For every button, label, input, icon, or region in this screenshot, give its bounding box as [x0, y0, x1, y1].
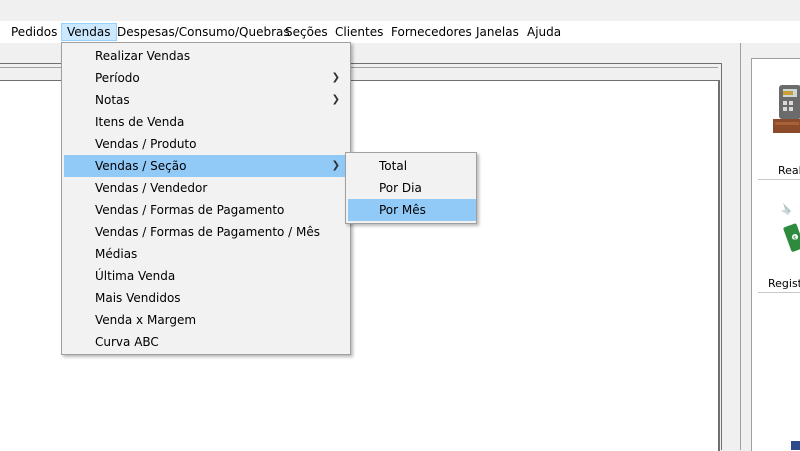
menu-secoes[interactable]: Seções	[280, 23, 333, 41]
menu-item-label: Médias	[95, 247, 138, 261]
menu-item-label: Itens de Venda	[95, 115, 185, 129]
menu-item-realizar-vendas[interactable]: Realizar Vendas	[64, 45, 350, 67]
menu-item-label: Vendas / Vendedor	[95, 181, 208, 195]
money-icon[interactable]: $	[779, 201, 800, 257]
menu-item-label: Última Venda	[95, 269, 176, 283]
menu-item-vendas-formas-pagamento-mes[interactable]: Vendas / Formas de Pagamento / Mês	[64, 221, 350, 243]
menu-clientes[interactable]: Clientes	[330, 23, 388, 41]
chevron-right-icon: ❯	[331, 72, 340, 83]
submenu-item-por-mes[interactable]: Por Mês	[348, 199, 476, 221]
menu-item-venda-x-margem[interactable]: Venda x Margem	[64, 309, 350, 331]
menu-item-label: Curva ABC	[95, 335, 159, 349]
menu-item-label: Período	[95, 71, 140, 85]
menu-bar: Pedidos Vendas Despesas/Consumo/Quebras …	[0, 21, 800, 43]
menu-item-label: Por Mês	[379, 203, 426, 217]
menu-item-vendas-secao[interactable]: Vendas / Seção ❯	[64, 155, 350, 177]
submenu-item-total[interactable]: Total	[348, 155, 476, 177]
tool-realizar-vendas-label[interactable]: Real	[778, 164, 800, 177]
tool-registrar-label[interactable]: Registr	[768, 277, 800, 290]
side-toolbar: Real $ Registr	[741, 43, 800, 451]
menu-pedidos[interactable]: Pedidos	[6, 23, 62, 41]
toolbar-separator	[758, 179, 800, 180]
menu-despesas[interactable]: Despesas/Consumo/Quebras	[112, 23, 295, 41]
vendas-secao-submenu: Total Por Dia Por Mês	[345, 152, 477, 224]
menu-item-medias[interactable]: Médias	[64, 243, 350, 265]
menu-item-label: Mais Vendidos	[95, 291, 181, 305]
menu-item-label: Vendas / Seção	[95, 159, 187, 173]
menu-item-vendas-formas-pagamento[interactable]: Vendas / Formas de Pagamento	[64, 199, 350, 221]
svg-text:$: $	[793, 235, 797, 242]
vendas-dropdown: Realizar Vendas Período ❯ Notas ❯ Itens de…	[61, 42, 351, 355]
toolbar-separator	[758, 292, 800, 293]
menu-item-curva-abc[interactable]: Curva ABC	[64, 331, 350, 353]
menu-item-mais-vendidos[interactable]: Mais Vendidos	[64, 287, 350, 309]
menu-item-vendas-produto[interactable]: Vendas / Produto	[64, 133, 350, 155]
menu-item-label: Vendas / Formas de Pagamento	[95, 203, 285, 217]
menu-item-ultima-venda[interactable]: Última Venda	[64, 265, 350, 287]
menu-item-label: Vendas / Produto	[95, 137, 197, 151]
submenu-item-por-dia[interactable]: Por Dia	[348, 177, 476, 199]
tool-icon-partial[interactable]	[791, 441, 800, 450]
mdi-window-border	[721, 63, 722, 450]
menu-ajuda[interactable]: Ajuda	[522, 23, 566, 41]
chevron-right-icon: ❯	[331, 94, 340, 105]
menu-item-label: Notas	[95, 93, 130, 107]
menu-item-itens-de-venda[interactable]: Itens de Venda	[64, 111, 350, 133]
menu-item-label: Realizar Vendas	[95, 49, 191, 63]
menu-item-label: Vendas / Formas de Pagamento / Mês	[95, 225, 321, 239]
menu-janelas[interactable]: Janelas	[471, 23, 524, 41]
cash-register-icon[interactable]	[771, 81, 800, 151]
menu-item-vendas-vendedor[interactable]: Vendas / Vendedor	[64, 177, 350, 199]
menu-item-label: Por Dia	[379, 181, 422, 195]
menu-item-label: Total	[379, 159, 408, 173]
chevron-right-icon: ❯	[331, 160, 340, 171]
menu-vendas[interactable]: Vendas	[61, 23, 117, 41]
menu-fornecedores[interactable]: Fornecedores	[386, 23, 477, 41]
menu-item-periodo[interactable]: Período ❯	[64, 67, 350, 89]
menu-item-label: Venda x Margem	[95, 313, 197, 327]
menu-item-notas[interactable]: Notas ❯	[64, 89, 350, 111]
